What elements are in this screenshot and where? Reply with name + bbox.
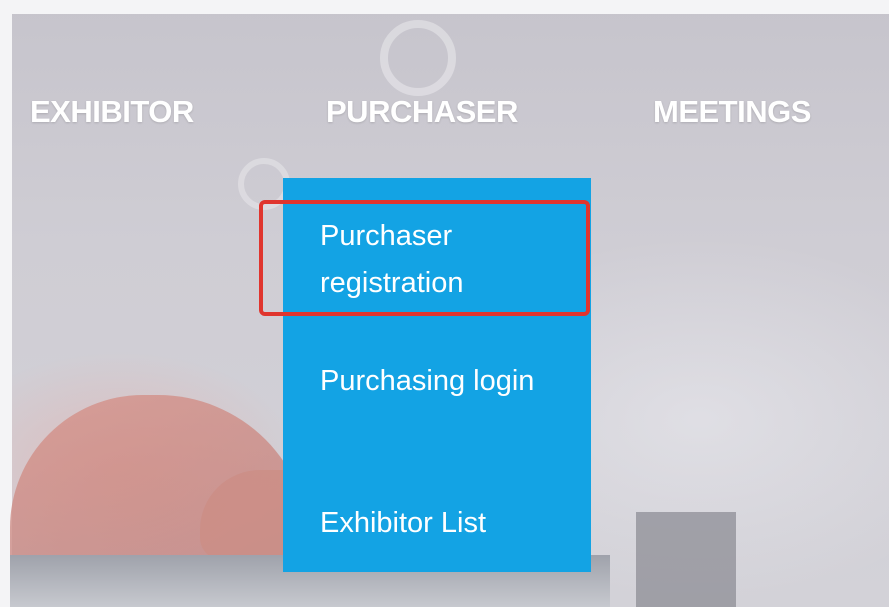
menu-item-purchasing-login[interactable]: Purchasing login [320,358,580,405]
nav-item-purchaser[interactable]: PURCHASER [326,94,518,138]
nav-item-exhibitor[interactable]: EXHIBITOR [30,94,194,138]
background-logo-tile [636,512,736,607]
menu-item-exhibitor-list[interactable]: Exhibitor List [320,500,580,547]
nav-item-meetings[interactable]: MEETINGS [653,94,811,138]
highlight-annotation-box [259,200,590,316]
watermark-logo [380,20,456,96]
screenshot-border-top [0,0,889,14]
